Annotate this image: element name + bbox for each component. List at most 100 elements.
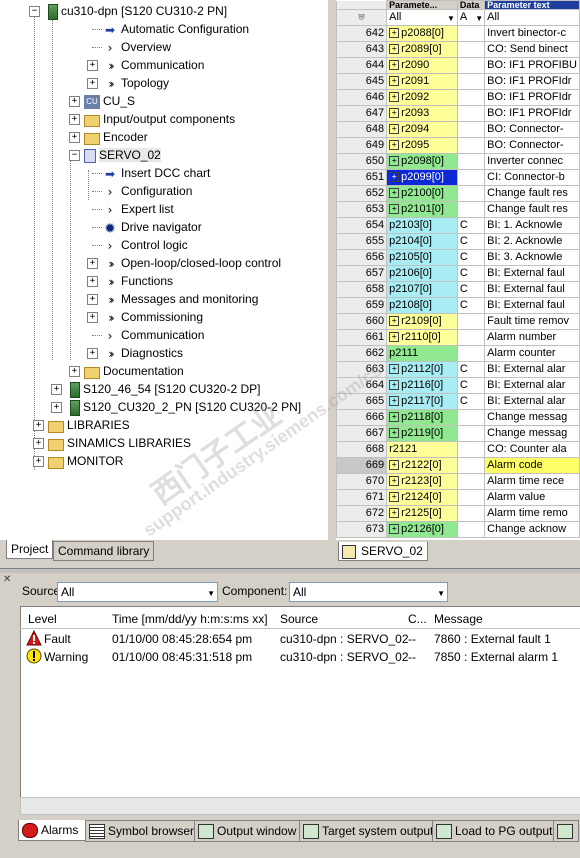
parameter-cell[interactable]: + p2112[0]: [386, 361, 458, 378]
data-cell[interactable]: [456, 505, 486, 522]
parameter-cell[interactable]: + p2100[0]: [386, 185, 458, 202]
data-cell[interactable]: [456, 313, 486, 330]
table-row[interactable]: 658+p2107[0]CBI: External faul: [336, 281, 580, 298]
data-cell[interactable]: [456, 185, 486, 202]
expand-icon[interactable]: +: [87, 294, 98, 305]
data-cell[interactable]: [456, 441, 486, 458]
horizontal-scrollbar[interactable]: [20, 797, 580, 815]
parameter-cell[interactable]: +p2103[0]: [386, 217, 458, 234]
parameter-cell[interactable]: + r2110[0]: [386, 329, 458, 346]
tree-node[interactable]: › Overview: [100, 38, 171, 56]
data-cell[interactable]: [456, 25, 486, 42]
table-row[interactable]: 660 + r2109[0] Fault time remov: [336, 313, 580, 330]
table-row[interactable]: 652 + p2100[0] Change fault res: [336, 185, 580, 202]
expand-icon[interactable]: +: [389, 364, 400, 375]
parameter-cell[interactable]: + p2098[0]: [386, 153, 458, 170]
table-row[interactable]: 649 + r2095 BO: Connector-: [336, 137, 580, 154]
tree-node[interactable]: ›› Commissioning: [100, 308, 203, 326]
source-dropdown[interactable]: All ▼: [57, 582, 218, 602]
data-cell[interactable]: [456, 425, 486, 442]
table-row[interactable]: 661 + r2110[0] Alarm number: [336, 329, 580, 346]
expand-icon[interactable]: +: [389, 508, 400, 519]
table-row[interactable]: 657+p2106[0]CBI: External faul: [336, 265, 580, 282]
data-cell[interactable]: [456, 457, 486, 474]
table-row[interactable]: 651 + p2099[0] CI: Connector-b: [336, 169, 580, 186]
tree-node[interactable]: ›› Diagnostics: [100, 344, 183, 362]
expand-icon[interactable]: +: [33, 438, 44, 449]
table-row[interactable]: 673 + p2126[0] Change acknow: [336, 521, 580, 538]
data-cell[interactable]: [456, 137, 486, 154]
tree-node[interactable]: › Control logic: [100, 236, 188, 254]
expand-icon[interactable]: +: [389, 28, 400, 39]
data-cell[interactable]: [456, 73, 486, 90]
parameter-cell[interactable]: + r2123[0]: [386, 473, 458, 490]
parameter-cell[interactable]: + p2117[0]: [386, 393, 458, 410]
col-header-text[interactable]: Parameter text: [484, 0, 580, 10]
filter-data[interactable]: A ▼: [456, 9, 486, 26]
expand-icon[interactable]: +: [69, 366, 80, 377]
table-row[interactable]: 643 + r2089[0] CO: Send binect: [336, 41, 580, 58]
data-cell[interactable]: [456, 57, 486, 74]
tree-node[interactable]: Documentation: [82, 362, 184, 380]
splitter[interactable]: [328, 0, 336, 540]
tab-project[interactable]: Project: [6, 540, 54, 559]
parameter-cell[interactable]: +r2121: [386, 441, 458, 458]
data-cell[interactable]: C: [456, 377, 486, 394]
expand-icon[interactable]: +: [389, 92, 400, 103]
data-cell[interactable]: [456, 521, 486, 538]
data-cell[interactable]: C: [456, 297, 486, 314]
expand-icon[interactable]: +: [389, 140, 400, 151]
parameter-cell[interactable]: +p2106[0]: [386, 265, 458, 282]
expand-icon[interactable]: +: [389, 524, 400, 535]
table-row[interactable]: 653 + p2101[0] Change fault res: [336, 201, 580, 218]
table-row[interactable]: 654+p2103[0]CBI: 1. Acknowle: [336, 217, 580, 234]
table-row[interactable]: 671 + r2124[0] Alarm value: [336, 489, 580, 506]
parameter-cell[interactable]: + r2109[0]: [386, 313, 458, 330]
expand-icon[interactable]: +: [389, 412, 400, 423]
data-cell[interactable]: [456, 489, 486, 506]
tree-node[interactable]: SERVO_02: [82, 146, 161, 164]
table-row[interactable]: 668+r2121 CO: Counter ala: [336, 441, 580, 458]
table-row[interactable]: 656+p2105[0]CBI: 3. Acknowle: [336, 249, 580, 266]
close-icon[interactable]: ✕: [3, 574, 11, 585]
tree-node[interactable]: Input/output components: [82, 110, 235, 128]
tree-node[interactable]: ›› Open-loop/closed-loop control: [100, 254, 281, 272]
table-row[interactable]: 672 + r2125[0] Alarm time remo: [336, 505, 580, 522]
tree-node[interactable]: cu310-dpn [S120 CU310-2 PN]: [42, 2, 227, 20]
parameter-cell[interactable]: + p2119[0]: [386, 425, 458, 442]
tab-command-library[interactable]: Command library: [53, 541, 155, 561]
data-cell[interactable]: C: [456, 233, 486, 250]
expand-icon[interactable]: +: [87, 312, 98, 323]
expand-icon[interactable]: +: [389, 60, 400, 71]
table-row[interactable]: 664 + p2116[0] C BI: External alar: [336, 377, 580, 394]
data-cell[interactable]: [456, 121, 486, 138]
table-row[interactable]: 670 + r2123[0] Alarm time rece: [336, 473, 580, 490]
expand-icon[interactable]: +: [389, 332, 400, 343]
tab-servo-02[interactable]: SERVO_02: [338, 542, 428, 561]
tree-node[interactable]: ✹ Drive navigator: [100, 218, 202, 236]
parameter-cell[interactable]: +p2111: [386, 345, 458, 362]
parameter-cell[interactable]: + r2124[0]: [386, 489, 458, 506]
table-row[interactable]: 659+p2108[0]CBI: External faul: [336, 297, 580, 314]
data-cell[interactable]: C: [456, 281, 486, 298]
table-row[interactable]: 662+p2111 Alarm counter: [336, 345, 580, 362]
expand-icon[interactable]: +: [389, 460, 400, 471]
tree-node[interactable]: MONITOR: [46, 452, 123, 470]
expand-icon[interactable]: +: [87, 348, 98, 359]
tree-node[interactable]: › Configuration: [100, 182, 193, 200]
collapse-icon[interactable]: −: [29, 6, 40, 17]
table-row[interactable]: 663 + p2112[0] C BI: External alar: [336, 361, 580, 378]
tree-node[interactable]: ›› Topology: [100, 74, 169, 92]
data-cell[interactable]: [456, 409, 486, 426]
data-cell[interactable]: [456, 201, 486, 218]
component-dropdown[interactable]: All ▼: [289, 582, 448, 602]
expand-icon[interactable]: +: [87, 60, 98, 71]
data-cell[interactable]: C: [456, 265, 486, 282]
tree-node[interactable]: ›› Communication: [100, 56, 204, 74]
parameter-cell[interactable]: + r2094: [386, 121, 458, 138]
expand-icon[interactable]: +: [389, 188, 400, 199]
tree-node[interactable]: LIBRARIES: [46, 416, 130, 434]
data-cell[interactable]: C: [456, 393, 486, 410]
expand-icon[interactable]: +: [389, 316, 400, 327]
parameter-cell[interactable]: +p2108[0]: [386, 297, 458, 314]
